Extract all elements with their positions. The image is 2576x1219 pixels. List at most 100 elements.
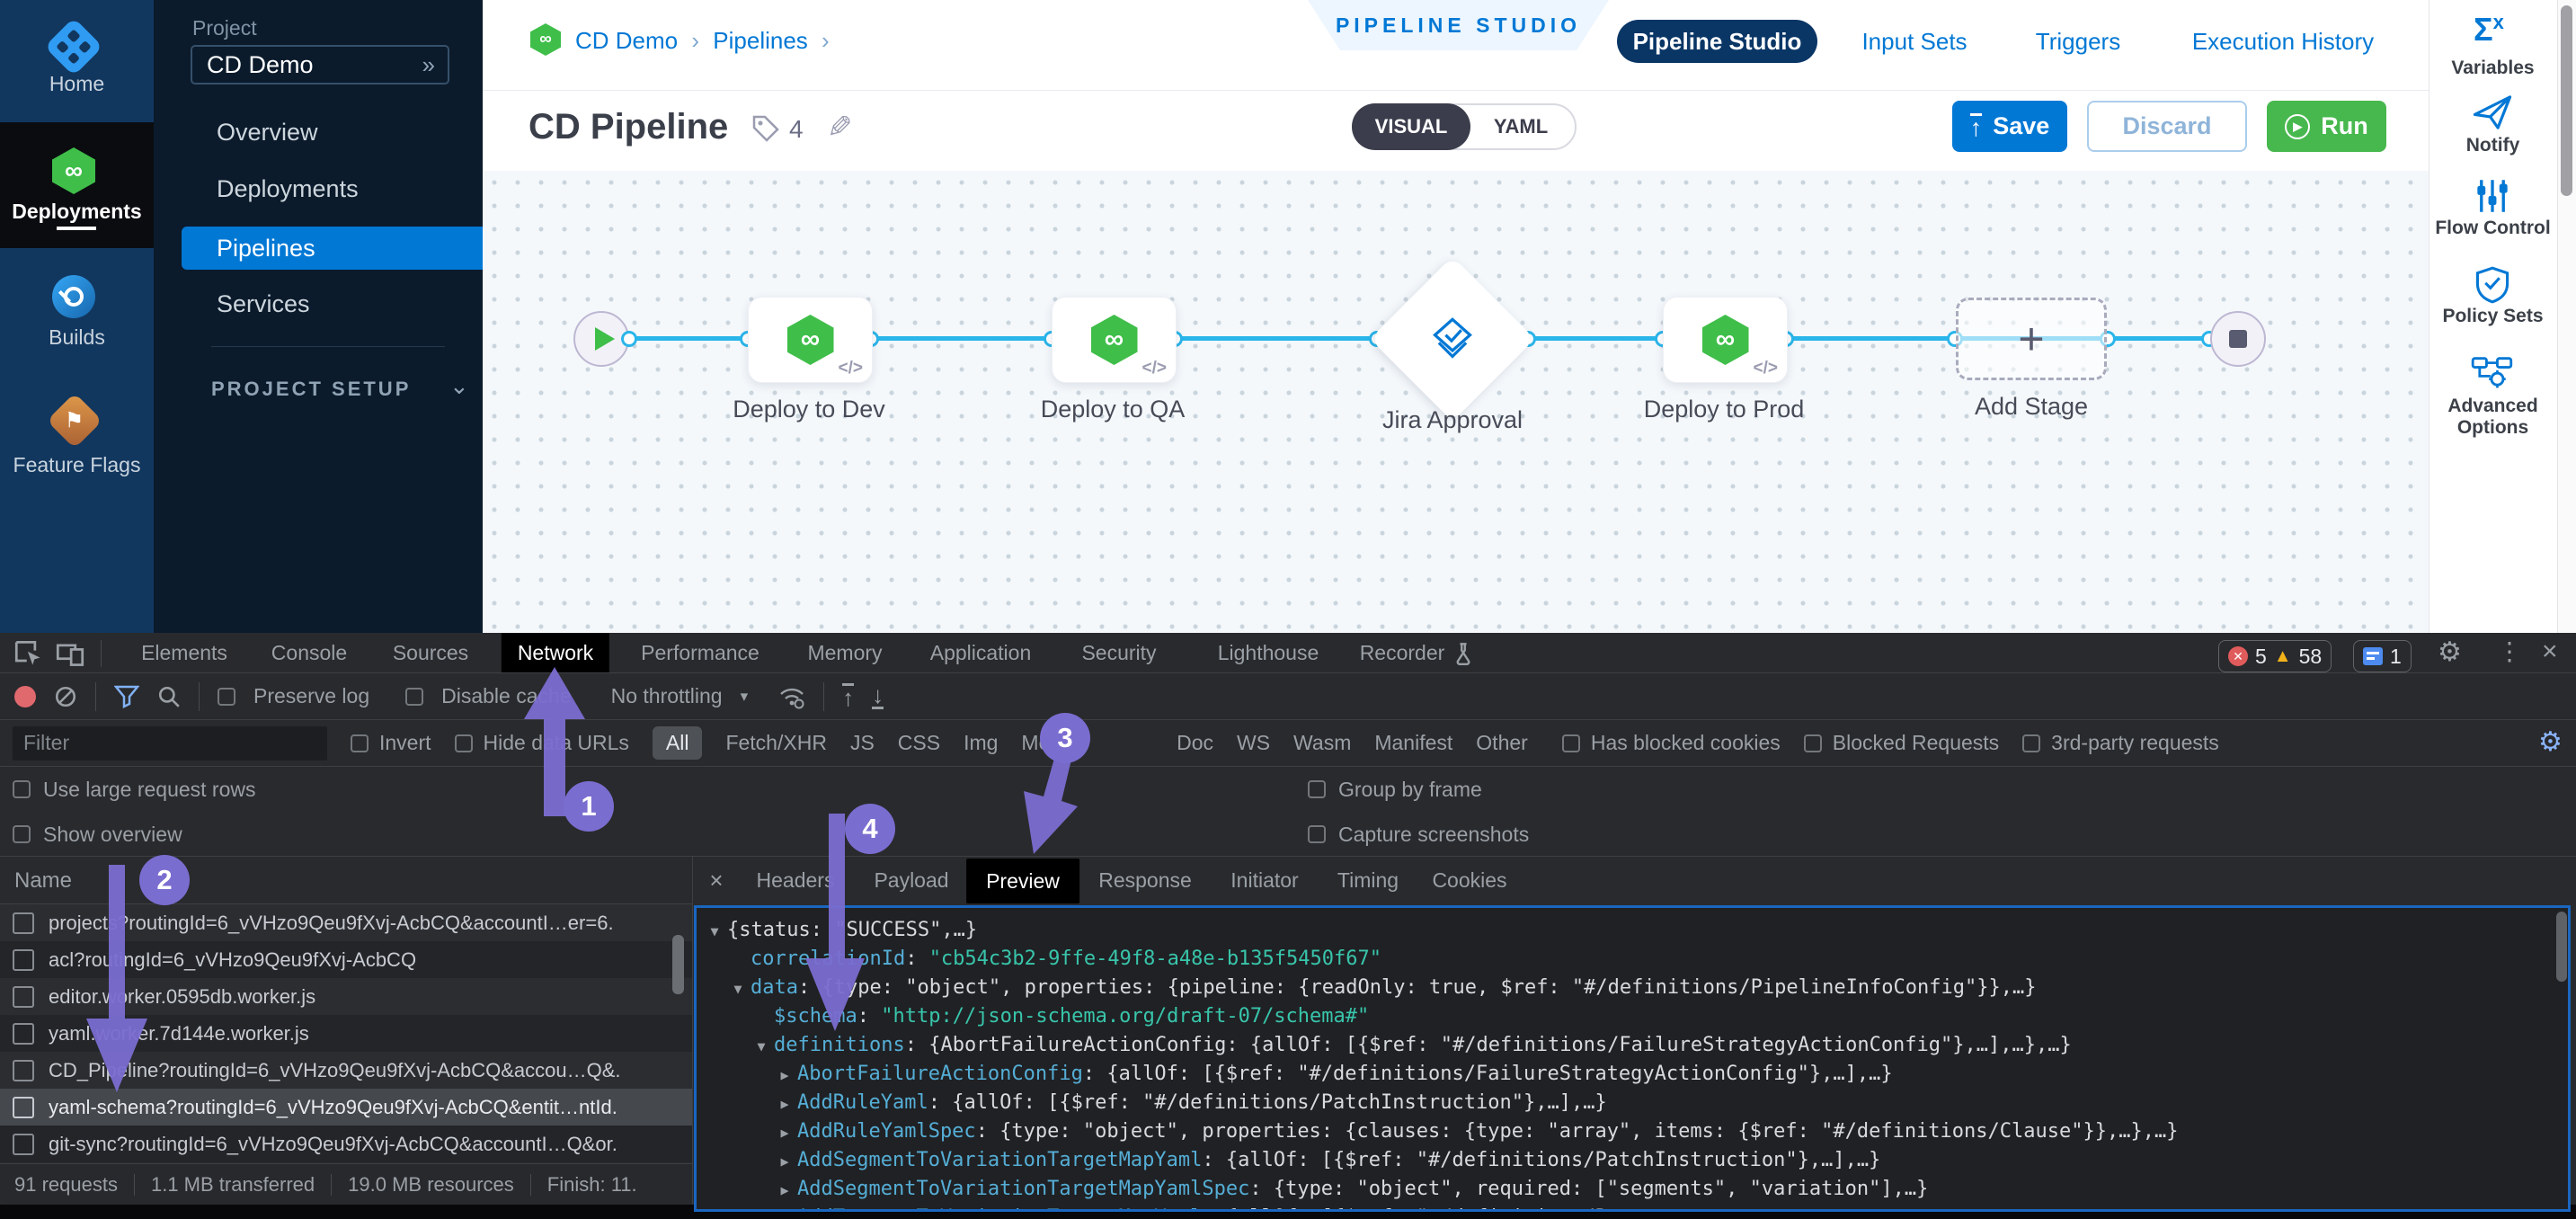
toggle-yaml[interactable]: YAML xyxy=(1467,105,1575,148)
invert-checkbox[interactable] xyxy=(351,734,369,752)
blocked-requests-checkbox[interactable] xyxy=(1804,734,1822,752)
record-button[interactable] xyxy=(14,686,36,707)
large-rows-checkbox[interactable] xyxy=(13,780,31,798)
devtools-tab-performance[interactable]: Performance xyxy=(641,633,759,672)
project-setup-label[interactable]: PROJECT SETUP xyxy=(211,378,411,401)
rail-item-builds[interactable]: Builds xyxy=(0,325,154,350)
filter-type-doc[interactable]: Doc xyxy=(1177,731,1213,755)
filter-input[interactable]: Filter xyxy=(13,726,327,761)
advanced-options-icon[interactable] xyxy=(2471,354,2514,390)
show-overview-checkbox[interactable] xyxy=(13,825,31,843)
disclosure-icon[interactable]: ▶ xyxy=(772,1061,797,1090)
rail-item-feature-flags[interactable]: Feature Flags xyxy=(0,453,154,477)
rail-item-home[interactable]: Home xyxy=(0,72,154,96)
filter-type-ws[interactable]: WS xyxy=(1237,731,1270,755)
detail-tab-headers[interactable]: Headers xyxy=(757,856,835,904)
disclosure-icon[interactable]: ▼ xyxy=(749,1032,774,1061)
show-overview-option[interactable]: Show overview xyxy=(13,813,182,856)
devtools-settings-gear-icon[interactable]: ⚙ xyxy=(2438,636,2462,668)
preserve-log-checkbox[interactable] xyxy=(218,688,235,706)
json-line[interactable]: ▶AddSegmentToVariationTargetMapYamlSpec:… xyxy=(697,1175,2568,1204)
devtools-tab-elements[interactable]: Elements xyxy=(141,633,227,672)
disclosure-icon[interactable]: ▶ xyxy=(772,1176,797,1205)
visual-yaml-toggle[interactable]: VISUAL YAML xyxy=(1352,103,1577,150)
breadcrumb-pipelines[interactable]: Pipelines xyxy=(713,27,808,54)
filter-type-all[interactable]: All xyxy=(653,726,703,760)
group-by-frame-option[interactable]: Group by frame xyxy=(1308,766,1482,813)
discard-button[interactable]: Discard xyxy=(2087,101,2247,152)
edit-pencil-icon[interactable]: ✎ xyxy=(827,110,853,146)
throttling-select[interactable]: No throttling xyxy=(611,684,723,708)
devtools-tab-security[interactable]: Security xyxy=(1081,633,1156,672)
detail-tab-timing[interactable]: Timing xyxy=(1337,856,1399,904)
nav-item-overview[interactable]: Overview xyxy=(217,111,450,153)
tab-pipeline-studio[interactable]: Pipeline Studio xyxy=(1617,20,1817,63)
page-scrollbar-thumb[interactable] xyxy=(2561,5,2572,196)
hide-data-urls-checkbox[interactable] xyxy=(455,734,473,752)
tab-input-sets[interactable]: Input Sets xyxy=(1861,20,1967,63)
filter-type-fetch-xhr[interactable]: Fetch/XHR xyxy=(725,731,826,755)
json-line[interactable]: ▶AddTargetsToVariationTargetMapYaml: {al… xyxy=(697,1204,2568,1212)
breadcrumb-project[interactable]: CD Demo xyxy=(575,27,678,54)
devtools-tab-network[interactable]: Network xyxy=(502,633,609,672)
import-har-icon[interactable]: ↑ xyxy=(842,683,854,709)
clear-icon[interactable] xyxy=(54,685,77,708)
detail-tab-response[interactable]: Response xyxy=(1098,856,1192,904)
invert-label[interactable]: Invert xyxy=(379,731,431,755)
json-line[interactable]: ▼definitions: {AbortFailureActionConfig:… xyxy=(697,1031,2568,1060)
blocked-requests-label[interactable]: Blocked Requests xyxy=(1833,731,1999,755)
disclosure-icon[interactable]: ▼ xyxy=(725,974,751,1003)
filter-type-js[interactable]: JS xyxy=(850,731,875,755)
large-rows-option[interactable]: Use large request rows xyxy=(13,766,256,813)
devtools-close-icon[interactable]: × xyxy=(2542,636,2558,667)
request-row[interactable]: editor.worker.0595db.worker.js xyxy=(0,978,692,1015)
run-button[interactable]: ▶ Run xyxy=(2267,101,2386,152)
disable-cache-checkbox[interactable] xyxy=(405,688,423,706)
preview-json-pane[interactable]: ▼{status: "SUCCESS",…} correlationId: "c… xyxy=(694,905,2571,1212)
third-party-requests-label[interactable]: 3rd-party requests xyxy=(2051,731,2219,755)
preview-scrollbar-thumb[interactable] xyxy=(2556,912,2567,982)
kebab-menu-icon[interactable]: ⋮ xyxy=(2497,636,2522,666)
chevron-down-icon[interactable]: ⌄ xyxy=(449,372,469,400)
request-row[interactable]: git-sync?routingId=6_vVHzo9Qeu9fXvj-AcbC… xyxy=(0,1126,692,1162)
network-conditions-icon[interactable] xyxy=(778,684,805,709)
add-stage-button[interactable]: + xyxy=(1956,298,2107,380)
request-row[interactable]: CD_Pipeline?routingId=6_vVHzo9Qeu9fXvj-A… xyxy=(0,1052,692,1089)
save-button[interactable]: ↑ Save xyxy=(1952,101,2067,152)
filter-type-wasm[interactable]: Wasm xyxy=(1293,731,1351,755)
json-line[interactable]: ▶AddRuleYaml: {allOf: [{$ref: "#/definit… xyxy=(697,1089,2568,1117)
disclosure-icon[interactable]: ▶ xyxy=(772,1205,797,1212)
errors-warnings-badge[interactable]: ✕ 5 ▲ 58 xyxy=(2218,640,2332,672)
devtools-tab-console[interactable]: Console xyxy=(271,633,347,672)
sidebar-item-flow-control[interactable]: Flow Control xyxy=(2429,218,2557,239)
dropdown-caret-icon[interactable]: ▾ xyxy=(741,688,749,706)
stage-label[interactable]: Add Stage xyxy=(1975,393,2088,421)
request-row[interactable]: yaml.worker.7d144e.worker.js xyxy=(0,1015,692,1052)
code-icon[interactable]: </> xyxy=(1754,359,1778,378)
tab-execution-history[interactable]: Execution History xyxy=(2192,20,2374,63)
sidebar-item-policy-sets[interactable]: Policy Sets xyxy=(2429,306,2557,327)
stage-deploy-to-prod[interactable]: ∞ </> xyxy=(1663,297,1788,383)
detail-close-icon[interactable]: × xyxy=(709,856,723,904)
variables-icon[interactable]: Σx xyxy=(2474,11,2504,49)
flow-control-icon[interactable] xyxy=(2474,178,2510,214)
hide-data-urls-label[interactable]: Hide data URLs xyxy=(484,731,629,755)
inspect-element-icon[interactable] xyxy=(14,640,43,667)
capture-screenshots-checkbox[interactable] xyxy=(1308,825,1326,843)
link-dot[interactable] xyxy=(621,331,637,347)
sidebar-item-variables[interactable]: Variables xyxy=(2429,58,2557,79)
nav-item-pipelines[interactable]: Pipelines xyxy=(217,227,450,269)
search-icon[interactable] xyxy=(157,685,181,708)
detail-tab-payload[interactable]: Payload xyxy=(874,856,948,904)
detail-tab-cookies[interactable]: Cookies xyxy=(1432,856,1506,904)
notify-icon[interactable] xyxy=(2473,93,2512,131)
sidebar-item-notify[interactable]: Notify xyxy=(2429,135,2557,156)
filter-type-css[interactable]: CSS xyxy=(898,731,940,755)
policy-sets-icon[interactable] xyxy=(2474,266,2510,304)
nav-item-services[interactable]: Services xyxy=(217,283,450,325)
request-row[interactable]: projects?routingId=6_vVHzo9Qeu9fXvj-AcbC… xyxy=(0,904,692,941)
disclosure-icon[interactable]: ▶ xyxy=(772,1090,797,1118)
devtools-tab-sources[interactable]: Sources xyxy=(393,633,468,672)
request-row-selected[interactable]: yaml-schema?routingId=6_vVHzo9Qeu9fXvj-A… xyxy=(0,1089,692,1126)
device-toolbar-icon[interactable] xyxy=(56,640,84,667)
